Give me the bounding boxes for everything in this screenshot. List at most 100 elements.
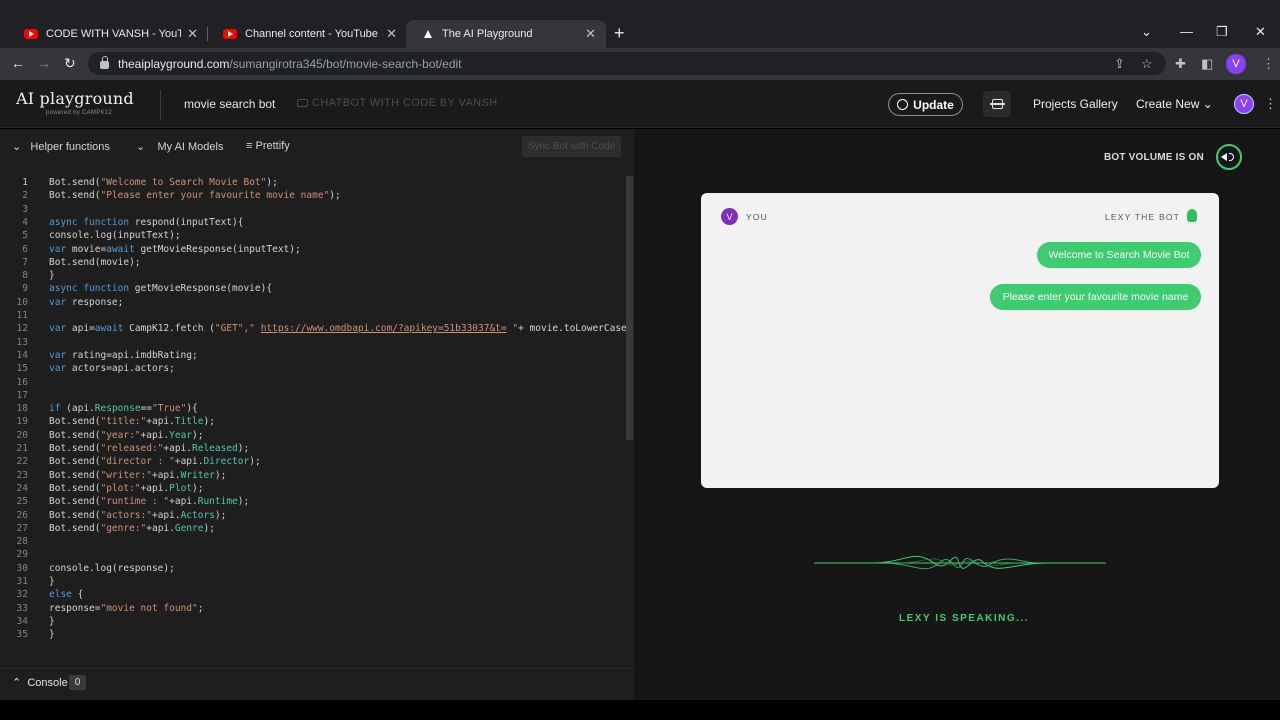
update-button[interactable]: Update: [888, 93, 963, 116]
code-token: Writer: [180, 469, 215, 481]
code-line[interactable]: response="movie not found";: [49, 602, 203, 615]
projects-gallery-link[interactable]: Projects Gallery: [1033, 97, 1118, 111]
code-line[interactable]: Bot.send("title:"+api.Title);: [49, 415, 215, 428]
code-line[interactable]: console.log(inputText);: [49, 229, 181, 242]
browser-menu-icon[interactable]: ⋮: [1262, 56, 1275, 72]
speaking-status: LEXY IS SPEAKING...: [899, 613, 1030, 624]
code-line[interactable]: Bot.send("writer:"+api.Writer);: [49, 469, 226, 482]
code-line[interactable]: }: [49, 575, 55, 588]
code-line[interactable]: }: [49, 628, 55, 641]
avatar[interactable]: V: [1234, 94, 1254, 114]
prettify-button[interactable]: ≡ Prettify: [246, 140, 290, 152]
code-line[interactable]: }: [49, 269, 55, 282]
line-number: 27: [16, 522, 28, 534]
console-toggle[interactable]: ⌃ Console: [12, 676, 68, 689]
code-line[interactable]: Bot.send("released:"+api.Released);: [49, 442, 249, 455]
create-new-dropdown[interactable]: Create New ⌄: [1136, 97, 1213, 111]
code-line[interactable]: Bot.send("runtime : "+api.Runtime);: [49, 495, 249, 508]
line-number: 21: [16, 443, 28, 454]
code-token: rating=api.imdbRating;: [66, 349, 198, 361]
line-number: 29: [16, 549, 28, 561]
minimize-icon[interactable]: —: [1180, 24, 1193, 39]
code-token: "runtime : ": [100, 496, 170, 508]
code-line[interactable]: Bot.send("director : "+api.Director);: [49, 455, 261, 468]
code-token: Bot.send(: [49, 456, 101, 468]
line-number: 7: [22, 256, 28, 268]
volume-toggle-button[interactable]: [1216, 144, 1242, 170]
code-token: }: [49, 629, 55, 641]
code-line[interactable]: var movie=await getMovieResponse(inputTe…: [49, 243, 301, 256]
code-line[interactable]: async function respond(inputText){: [49, 216, 243, 229]
tab-code-with-vansh[interactable]: CODE WITH VANSH - YouTube ✕: [8, 20, 208, 48]
line-number: 4: [22, 216, 28, 228]
sync-bot-button[interactable]: Sync Bot with Code: [522, 136, 621, 157]
code-token: {: [71, 589, 84, 601]
bot-description[interactable]: CHATBOT WITH CODE BY VANSH: [297, 97, 498, 109]
code-line[interactable]: var actors=api.actors;: [49, 362, 175, 375]
code-token: getMovieResponse(movie){: [129, 283, 273, 295]
editor-scrollbar[interactable]: [626, 176, 633, 440]
close-icon[interactable]: ✕: [386, 26, 397, 42]
code-token: async function: [49, 216, 130, 228]
code-token: );: [237, 443, 250, 454]
code-token: );: [203, 522, 215, 534]
code-token: );: [329, 190, 341, 202]
chevron-up-icon: ⌃: [12, 677, 22, 689]
code-token: "GET",": [214, 323, 255, 335]
close-window-icon[interactable]: ✕: [1255, 24, 1266, 40]
forward-icon[interactable]: →: [37, 55, 51, 71]
close-icon[interactable]: ✕: [187, 26, 198, 42]
code-token: console.log(response);: [49, 562, 175, 574]
code-token: async function: [49, 283, 130, 295]
bot-name[interactable]: movie search bot: [184, 97, 275, 111]
bot-description-text: CHATBOT WITH CODE BY VANSH: [312, 97, 498, 109]
back-icon[interactable]: ←: [11, 55, 25, 71]
tab-channel-content[interactable]: Channel content - YouTube Studio ✕: [207, 20, 407, 48]
scan-qr-button[interactable]: [983, 91, 1011, 117]
code-line[interactable]: var api=await CampK12.fetch ("GET"," htt…: [49, 322, 650, 335]
maximize-icon[interactable]: ❐: [1216, 24, 1228, 40]
code-line[interactable]: async function getMovieResponse(movie){: [49, 282, 272, 295]
bookmark-star-icon[interactable]: ☆: [1141, 56, 1153, 72]
code-line[interactable]: Bot.send("Please enter your favourite mo…: [49, 189, 341, 202]
code-line[interactable]: if (api.Response=="True"){: [49, 402, 198, 415]
close-icon[interactable]: ✕: [585, 26, 596, 42]
share-icon[interactable]: ⇪: [1114, 56, 1125, 72]
tab-search-icon[interactable]: ⌄: [1141, 24, 1152, 40]
browser-profile-avatar[interactable]: V: [1226, 54, 1246, 74]
code-line[interactable]: Bot.send("year:"+api.Year);: [49, 429, 203, 442]
side-panel-icon[interactable]: ◧: [1201, 56, 1213, 72]
code-line[interactable]: console.log(response);: [49, 562, 175, 575]
line-number: 15: [16, 363, 28, 375]
speaker-icon: [1221, 153, 1227, 161]
code-line[interactable]: Bot.send("Welcome to Search Movie Bot");: [49, 176, 278, 189]
scan-icon: [989, 99, 1005, 109]
code-line[interactable]: }: [49, 615, 55, 628]
code-line[interactable]: Bot.send("genre:"+api.Genre);: [49, 522, 215, 535]
code-token: Year: [169, 429, 193, 441]
line-number: 23: [16, 469, 28, 481]
extensions-icon[interactable]: ✚: [1175, 56, 1186, 72]
code-line[interactable]: Bot.send(movie);: [49, 256, 141, 269]
cloud-upload-icon: [897, 99, 909, 110]
reload-icon[interactable]: ↻: [64, 55, 76, 72]
code-token: +api.: [151, 469, 181, 481]
code-line[interactable]: var response;: [49, 296, 123, 309]
new-tab-icon[interactable]: +: [614, 23, 625, 44]
code-token: var: [49, 349, 67, 361]
tab-ai-playground[interactable]: The AI Playground ✕: [406, 20, 606, 48]
app-logo[interactable]: AI playground: [16, 89, 134, 108]
code-line[interactable]: var rating=api.imdbRating;: [49, 349, 198, 362]
code-line[interactable]: Bot.send("plot:"+api.Plot);: [49, 482, 203, 495]
code-token: Bot.send(: [49, 509, 101, 521]
more-options-icon[interactable]: ⋮: [1264, 96, 1277, 112]
helper-functions-toggle[interactable]: ⌄ Helper functions: [12, 140, 110, 153]
code-line[interactable]: else {: [49, 588, 83, 601]
code-token: if: [49, 403, 61, 415]
code-token: var: [49, 363, 67, 375]
code-line[interactable]: Bot.send("actors:"+api.Actors);: [49, 509, 226, 522]
url-input[interactable]: theaiplayground.com/sumangirotra345/bot/…: [88, 52, 1166, 75]
my-ai-models-toggle[interactable]: ⌄ My AI Models: [136, 140, 223, 153]
code-token: "Please enter your favourite movie name": [100, 190, 330, 202]
line-number: 31: [16, 576, 28, 587]
